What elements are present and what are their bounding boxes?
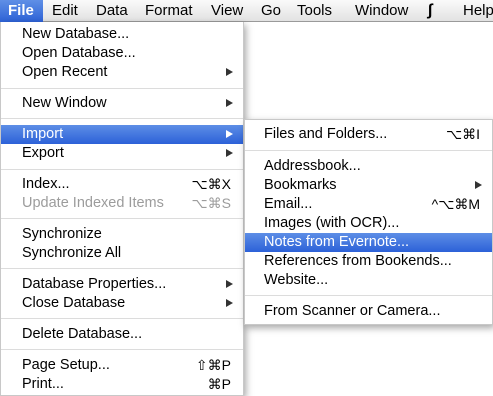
menu-item-delete-database[interactable]: Delete Database... — [1, 325, 243, 344]
menu-item-synchronize[interactable]: Synchronize — [1, 225, 243, 244]
menu-item-label: Synchronize All — [22, 245, 122, 261]
menu-item-update-indexed-items[interactable]: Update Indexed Items ⌥⌘S — [1, 194, 243, 213]
submenu-arrow-icon — [226, 130, 233, 138]
menu-item-label: Bookmarks — [264, 177, 337, 193]
menubar-tools[interactable]: Tools — [297, 0, 332, 22]
menu-item-close-database[interactable]: Close Database — [1, 294, 243, 313]
menu-item-files-and-folders[interactable]: Files and Folders... ⌥⌘I — [245, 125, 492, 144]
shortcut-label: ⇧⌘P — [195, 357, 231, 373]
menu-item-index[interactable]: Index... ⌥⌘X — [1, 175, 243, 194]
menu-separator — [245, 295, 492, 296]
menubar-view[interactable]: View — [211, 0, 243, 22]
shortcut-label: ⌥⌘I — [445, 126, 480, 142]
menu-item-print[interactable]: Print... ⌘P — [1, 375, 243, 394]
menu-item-label: New Database... — [22, 26, 130, 42]
menu-item-label: Update Indexed Items — [22, 195, 164, 211]
menu-item-open-recent[interactable]: Open Recent — [1, 63, 243, 82]
menu-separator — [1, 268, 243, 269]
menu-item-export[interactable]: Export — [1, 144, 243, 163]
menu-separator — [1, 88, 243, 89]
shortcut-label: ⌥⌘S — [191, 195, 231, 211]
menu-item-database-properties[interactable]: Database Properties... — [1, 275, 243, 294]
menu-item-import[interactable]: Import — [1, 125, 243, 144]
menu-separator — [1, 169, 243, 170]
menu-item-notes-from-evernote[interactable]: Notes from Evernote... — [245, 233, 492, 252]
menu-item-label: Addressbook... — [264, 158, 361, 174]
submenu-arrow-icon — [226, 149, 233, 157]
menu-separator — [1, 349, 243, 350]
submenu-arrow-icon — [226, 68, 233, 76]
menu-item-label: Database Properties... — [22, 276, 167, 292]
menu-bar: File Edit Data Format View Go Tools Wind… — [0, 0, 493, 22]
menubar-data[interactable]: Data — [96, 0, 128, 22]
menu-item-label: Files and Folders... — [264, 126, 388, 142]
menu-item-label: Email... — [264, 196, 313, 212]
menu-item-references-from-bookends[interactable]: References from Bookends... — [245, 252, 492, 271]
menubar-go[interactable]: Go — [261, 0, 281, 22]
menu-separator — [245, 150, 492, 151]
menubar-window[interactable]: Window — [355, 0, 408, 22]
menu-item-label: Delete Database... — [22, 326, 143, 342]
file-menu: New Database... Open Database... Open Re… — [0, 22, 244, 396]
menu-item-label: Synchronize — [22, 226, 102, 242]
menu-item-label: References from Bookends... — [264, 253, 452, 269]
menu-item-label: Export — [22, 145, 64, 161]
menu-item-addressbook[interactable]: Addressbook... — [245, 157, 492, 176]
menu-separator — [1, 318, 243, 319]
import-submenu: Files and Folders... ⌥⌘I Addressbook... … — [244, 119, 493, 325]
menu-item-label: From Scanner or Camera... — [264, 303, 441, 319]
menubar-file[interactable]: File — [0, 0, 43, 22]
menu-item-new-database[interactable]: New Database... — [1, 25, 243, 44]
menu-item-label: Print... — [22, 376, 64, 392]
menu-item-label: Open Recent — [22, 64, 108, 80]
menu-item-label: Index... — [22, 176, 70, 192]
menu-item-website[interactable]: Website... — [245, 271, 492, 290]
submenu-arrow-icon — [226, 299, 233, 307]
menubar-format[interactable]: Format — [145, 0, 193, 22]
script-icon[interactable]: ∫ — [428, 0, 432, 22]
menu-item-label: Import — [22, 126, 64, 142]
menubar-help[interactable]: Help — [463, 0, 493, 22]
menu-item-label: Page Setup... — [22, 357, 110, 373]
submenu-arrow-icon — [226, 99, 233, 107]
menu-item-bookmarks[interactable]: Bookmarks — [245, 176, 492, 195]
submenu-arrow-icon — [226, 280, 233, 288]
menu-item-label: New Window — [22, 95, 107, 111]
menu-item-open-database[interactable]: Open Database... — [1, 44, 243, 63]
submenu-arrow-icon — [475, 181, 482, 189]
menu-item-label: Close Database — [22, 295, 126, 311]
menu-item-label: Open Database... — [22, 45, 136, 61]
menu-item-new-window[interactable]: New Window — [1, 94, 243, 113]
menu-separator — [1, 118, 243, 119]
menu-item-page-setup[interactable]: Page Setup... ⇧⌘P — [1, 356, 243, 375]
menu-item-from-scanner-or-camera[interactable]: From Scanner or Camera... — [245, 302, 492, 321]
shortcut-label: ⌘P — [207, 376, 231, 392]
menu-item-synchronize-all[interactable]: Synchronize All — [1, 244, 243, 263]
menu-separator — [1, 218, 243, 219]
menu-item-label: Website... — [264, 272, 329, 288]
menu-item-label: Images (with OCR)... — [264, 215, 400, 231]
shortcut-label: ^⌥⌘M — [431, 196, 480, 212]
shortcut-label: ⌥⌘X — [191, 176, 231, 192]
menubar-edit[interactable]: Edit — [52, 0, 78, 22]
menu-item-label: Notes from Evernote... — [264, 234, 410, 250]
menu-item-email[interactable]: Email... ^⌥⌘M — [245, 195, 492, 214]
menu-item-images-ocr[interactable]: Images (with OCR)... — [245, 214, 492, 233]
